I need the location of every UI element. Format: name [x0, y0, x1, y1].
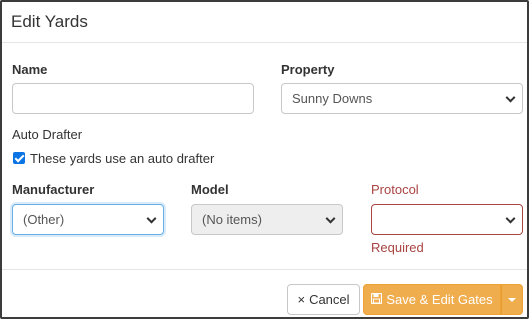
dialog-header: Edit Yards: [2, 2, 527, 43]
model-select: (No items): [191, 204, 343, 235]
cancel-button[interactable]: × Cancel: [287, 284, 360, 315]
manufacturer-selected-value: (Other): [23, 212, 65, 227]
property-selected-value: Sunny Downs: [292, 91, 373, 106]
manufacturer-select[interactable]: (Other): [12, 204, 164, 235]
chevron-down-icon: [325, 213, 336, 224]
model-selected-value: (No items): [202, 212, 262, 227]
edit-yards-dialog: Edit Yards Name Property Sunny Downs Aut…: [0, 0, 529, 319]
auto-drafter-checkbox[interactable]: [13, 152, 25, 164]
protocol-error-message: Required: [371, 240, 424, 255]
auto-drafter-heading: Auto Drafter: [12, 127, 83, 142]
chevron-down-icon: [505, 92, 516, 103]
caret-down-icon: [508, 297, 516, 302]
name-label: Name: [12, 62, 48, 77]
model-label: Model: [191, 182, 229, 197]
property-select[interactable]: Sunny Downs: [281, 83, 523, 114]
auto-drafter-checkbox-label[interactable]: These yards use an auto drafter: [30, 151, 214, 166]
save-button-label: Save & Edit Gates: [386, 292, 493, 307]
floppy-disk-icon: [371, 292, 383, 307]
dialog-title: Edit Yards: [11, 12, 88, 31]
protocol-select[interactable]: [371, 204, 523, 235]
footer-divider: [2, 269, 527, 270]
name-input[interactable]: [12, 83, 254, 114]
chevron-down-icon: [146, 213, 157, 224]
property-label: Property: [281, 62, 335, 77]
close-icon: ×: [297, 292, 306, 307]
manufacturer-label: Manufacturer: [12, 182, 95, 197]
protocol-label: Protocol: [371, 182, 419, 197]
save-options-dropdown-button[interactable]: [501, 284, 523, 315]
cancel-button-label: Cancel: [309, 292, 350, 307]
save-edit-gates-button[interactable]: Save & Edit Gates: [363, 284, 501, 315]
chevron-down-icon: [505, 213, 516, 224]
